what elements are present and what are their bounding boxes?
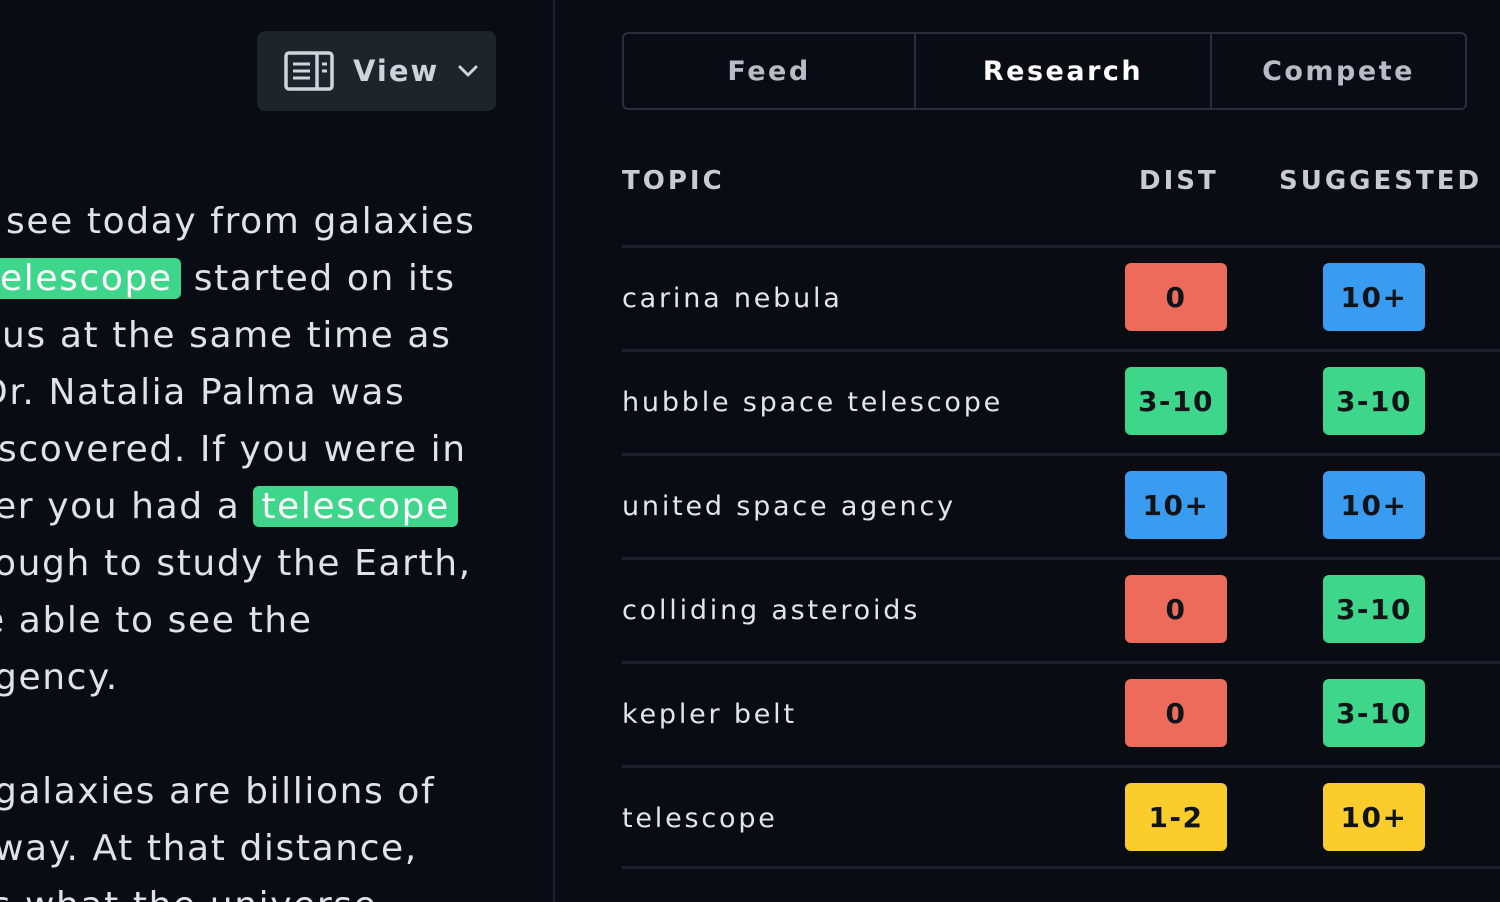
suggested-badge: 10+ [1323,471,1425,539]
dist-badge: 0 [1125,263,1227,331]
suggested-badge: 3-10 [1323,575,1425,643]
suggested-badge: 3-10 [1323,367,1425,435]
topic-cell: united space agency [622,490,956,522]
text-line: galaxies are billions of [0,763,435,820]
dist-badge: 0 [1125,575,1227,643]
view-button[interactable]: View [257,31,496,111]
text-line: us at the same time as [2,307,451,364]
table-row[interactable]: kepler belt 0 3-10 [622,661,1500,765]
text-run: scovered. If you were in [0,429,467,470]
text-line: Dr. Natalia Palma was [0,364,405,421]
highlighted-keyword[interactable]: elescope [0,258,181,299]
topic-cell: telescope [622,802,778,834]
tab-bar: Feed Research Compete [622,32,1467,110]
text-run: e able to see the [0,600,313,641]
dist-badge: 1-2 [1125,783,1227,851]
text-run: started on its [180,258,456,299]
text-line: see today from galaxies [6,193,476,250]
tab-compete[interactable]: Compete [1210,34,1465,108]
document-editor[interactable]: see today from galaxies elescope started… [0,190,552,902]
table-row[interactable]: united space agency 10+ 10+ [622,453,1500,557]
topic-cell: colliding asteroids [622,594,921,626]
suggested-badge: 10+ [1323,783,1425,851]
text-run: us at the same time as [2,315,452,356]
column-header-suggested[interactable]: SUGGESTED [1279,166,1482,196]
topic-cell: kepler belt [622,698,797,730]
chevron-down-icon [457,64,479,78]
tab-feed[interactable]: Feed [624,34,914,108]
text-run: gency. [0,657,119,698]
tab-research[interactable]: Research [914,34,1210,108]
view-button-label: View [353,54,440,88]
panel-divider[interactable] [553,0,555,902]
topic-cell: carina nebula [622,282,843,314]
text-run: way. At that distance, [0,828,418,869]
text-run: see today from galaxies [6,201,476,242]
suggested-badge: 3-10 [1323,679,1425,747]
text-run: ls what the universe [0,885,377,902]
suggested-badge: 10+ [1323,263,1425,331]
table-row[interactable]: carina nebula 0 10+ [622,245,1500,349]
text-line: scovered. If you were in [0,421,467,478]
text-line: e able to see the [0,592,312,649]
text-run: galaxies are billions of [0,771,436,812]
table-row[interactable]: hubble space telescope 3-10 3-10 [622,349,1500,453]
dist-badge: 10+ [1125,471,1227,539]
layout-icon [284,51,334,91]
dist-badge: 0 [1125,679,1227,747]
text-run: er you had a [0,486,254,527]
text-line: way. At that distance, [0,820,418,877]
topic-cell: hubble space telescope [622,386,1004,418]
column-header-topic[interactable]: TOPIC [622,166,725,196]
text-line: er you had a telescope [0,478,458,535]
text-line: gency. [0,649,119,706]
dist-badge: 3-10 [1125,367,1227,435]
text-run: ough to study the Earth, [0,543,472,584]
text-run: Dr. Natalia Palma was [0,372,406,413]
column-header-dist[interactable]: DIST [1139,166,1219,196]
table-row[interactable]: telescope 1-2 10+ [622,765,1500,869]
table-row[interactable]: colliding asteroids 0 3-10 [622,557,1500,661]
highlighted-keyword[interactable]: telescope [253,486,458,527]
text-line: ls what the universe [0,877,377,902]
text-line: ough to study the Earth, [0,535,472,592]
text-line: elescope started on its [0,250,456,307]
